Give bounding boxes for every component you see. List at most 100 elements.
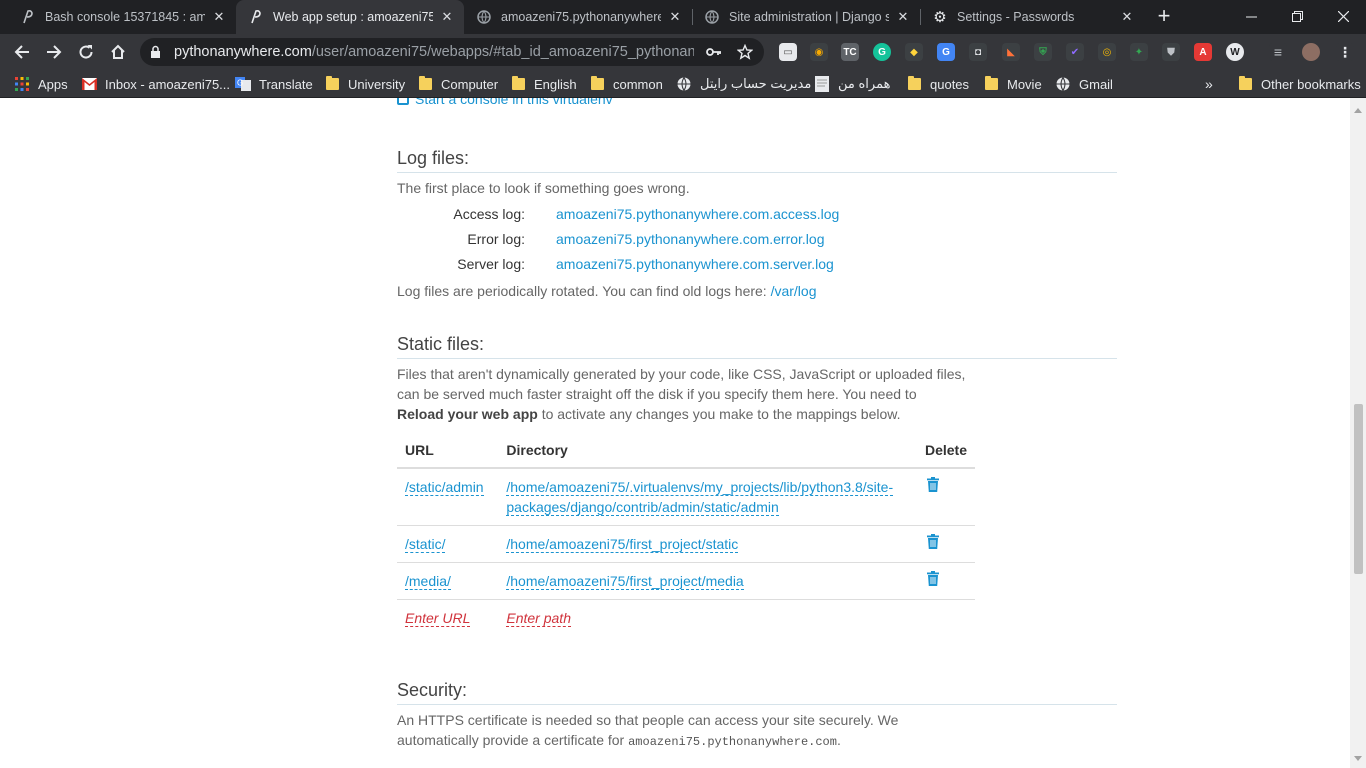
section-title: Log files: xyxy=(397,148,1117,173)
tab-title: amoazeni75.pythonanywhere.c xyxy=(501,10,661,24)
bookmark-english[interactable]: English xyxy=(510,70,577,98)
new-path-field[interactable]: Enter path xyxy=(506,610,571,627)
more-icon[interactable]: ⋮ xyxy=(1336,43,1354,61)
minimize-button[interactable] xyxy=(1228,0,1274,32)
mapping-directory-field[interactable]: /home/amoazeni75/first_project/static xyxy=(506,536,739,553)
forward-button[interactable] xyxy=(40,38,68,66)
restore-button[interactable] xyxy=(1274,0,1320,32)
bookmark-hamrahe-man[interactable]: همراه من xyxy=(814,70,890,98)
globe-icon xyxy=(704,9,720,25)
scroll-down-icon[interactable] xyxy=(1354,756,1362,761)
close-icon[interactable]: ✕ xyxy=(439,9,455,25)
tab-bash-console[interactable]: Bash console 15371845 : amoa ✕ xyxy=(8,0,236,34)
column-header-url: URL xyxy=(397,432,499,469)
browser-toolbar: pythonanywhere.com/user/amoazeni75/webap… xyxy=(0,34,1366,70)
extension-icon[interactable]: TC xyxy=(841,43,859,61)
wordpress-icon[interactable]: W xyxy=(1226,43,1244,61)
start-console-link[interactable]: Start a console in this virtualenv xyxy=(397,98,613,107)
shield-icon[interactable]: ⛊ xyxy=(1162,43,1180,61)
avatar[interactable] xyxy=(1302,43,1320,61)
bookmark-quotes[interactable]: quotes xyxy=(906,70,969,98)
column-header-delete: Delete xyxy=(916,432,975,469)
error-log-link[interactable]: amoazeni75.pythonanywhere.com.error.log xyxy=(556,231,825,247)
access-log-link[interactable]: amoazeni75.pythonanywhere.com.access.log xyxy=(556,206,839,222)
scrollbar-thumb[interactable] xyxy=(1354,404,1363,574)
scroll-up-icon[interactable] xyxy=(1354,108,1362,113)
server-log-link[interactable]: amoazeni75.pythonanywhere.com.server.log xyxy=(556,256,834,272)
mapping-url-field[interactable]: /static/ xyxy=(405,536,446,553)
close-icon[interactable]: ✕ xyxy=(211,9,227,25)
other-bookmarks[interactable]: Other bookmarks xyxy=(1237,70,1361,98)
star-icon[interactable] xyxy=(737,44,753,60)
description-text: . xyxy=(836,732,841,748)
bookmark-apps[interactable]: Apps xyxy=(14,70,68,98)
close-icon[interactable]: ✕ xyxy=(1119,9,1135,25)
bookmark-movie[interactable]: Movie xyxy=(983,70,1042,98)
static-files-section: Static files: Files that aren't dynamica… xyxy=(397,334,1117,424)
address-bar[interactable]: pythonanywhere.com/user/amoazeni75/webap… xyxy=(140,38,764,66)
reload-button[interactable] xyxy=(72,38,100,66)
lock-icon[interactable] xyxy=(150,45,161,64)
bookmark-gmail[interactable]: Gmail xyxy=(1055,70,1113,98)
back-button[interactable] xyxy=(8,38,36,66)
compass-icon[interactable]: ◎ xyxy=(1098,43,1116,61)
pdf-icon[interactable]: A xyxy=(1194,43,1212,61)
bookmark-translate[interactable]: G Translate xyxy=(235,70,313,98)
console-link-label: Start a console in this virtualenv xyxy=(415,98,613,107)
page-scrollbar[interactable] xyxy=(1350,98,1366,768)
log-label: Server log: xyxy=(457,256,525,272)
home-button[interactable] xyxy=(104,38,132,66)
bookmark-university[interactable]: University xyxy=(324,70,405,98)
tab-django-admin[interactable]: Site administration | Django sit ✕ xyxy=(692,0,920,34)
new-url-field[interactable]: Enter URL xyxy=(405,610,471,627)
extension-icon[interactable]: ◣ xyxy=(1002,43,1020,61)
media-icon[interactable]: ≡ xyxy=(1269,43,1287,61)
tab-title: Bash console 15371845 : amoa xyxy=(45,10,205,24)
mapping-url-field[interactable]: /media/ xyxy=(405,573,451,590)
url-text: pythonanywhere.com/user/amoazeni75/webap… xyxy=(174,44,694,60)
close-icon[interactable]: ✕ xyxy=(667,9,683,25)
shield-icon[interactable]: ⛨ xyxy=(1034,43,1052,61)
section-title: Static files: xyxy=(397,334,1117,359)
trash-icon[interactable] xyxy=(926,571,939,591)
bookmark-inbox[interactable]: Inbox - amoazeni75... xyxy=(81,70,230,98)
tab-web-app-setup[interactable]: Web app setup : amoazeni75 : ✕ xyxy=(236,0,464,34)
camera-icon[interactable]: ◘ xyxy=(969,43,987,61)
description-line: can be served much faster straight off t… xyxy=(397,386,917,402)
translate-icon[interactable]: G xyxy=(937,43,955,61)
static-mappings-table: URL Directory Delete /static/admin /home… xyxy=(397,432,975,636)
chevron-right-icon: » xyxy=(1205,76,1213,92)
bookmark-rightel[interactable]: مدیریت حساب رایتل xyxy=(676,70,811,98)
new-tab-button[interactable]: + xyxy=(1152,5,1176,29)
bookmarks-overflow-button[interactable]: » xyxy=(1205,70,1213,98)
key-icon[interactable] xyxy=(706,44,722,60)
extension-icon[interactable]: ◉ xyxy=(810,43,828,61)
python-icon[interactable]: ◆ xyxy=(905,43,923,61)
web-page: Start a console in this virtualenv Log f… xyxy=(0,98,1350,768)
mapping-directory-field[interactable]: /home/amoazeni75/.virtualenvs/my_project… xyxy=(506,479,894,516)
grammarly-icon[interactable]: G xyxy=(873,43,891,61)
column-header-directory: Directory xyxy=(498,432,917,469)
mapping-url-field[interactable]: /static/admin xyxy=(405,479,484,496)
table-row: /media/ /home/amoazeni75/first_project/m… xyxy=(397,562,975,600)
table-row: /static/admin /home/amoazeni75/.virtuale… xyxy=(397,468,975,526)
close-icon[interactable]: ✕ xyxy=(895,9,911,25)
table-header-row: URL Directory Delete xyxy=(397,432,975,469)
trash-icon[interactable] xyxy=(926,534,939,554)
close-window-button[interactable] xyxy=(1320,0,1366,32)
tab-settings-passwords[interactable]: ⚙ Settings - Passwords ✕ xyxy=(920,0,1144,34)
pythonanywhere-icon xyxy=(20,9,36,25)
mapping-directory-field[interactable]: /home/amoazeni75/first_project/media xyxy=(506,573,744,590)
bookmark-label: Movie xyxy=(1007,76,1042,92)
tab-app-site[interactable]: amoazeni75.pythonanywhere.c ✕ xyxy=(464,0,692,34)
trash-icon[interactable] xyxy=(926,477,939,497)
bookmark-computer[interactable]: Computer xyxy=(417,70,498,98)
folder-icon xyxy=(906,76,922,92)
security-section: Security: An HTTPS certificate is needed… xyxy=(397,680,1117,752)
bookmark-common[interactable]: common xyxy=(589,70,663,98)
extension-icon[interactable]: ✦ xyxy=(1130,43,1148,61)
section-title: Security: xyxy=(397,680,1117,705)
checkmark-icon[interactable]: ✔ xyxy=(1066,43,1084,61)
var-log-link[interactable]: /var/log xyxy=(771,283,817,299)
extension-icon[interactable]: ▭ xyxy=(779,43,797,61)
